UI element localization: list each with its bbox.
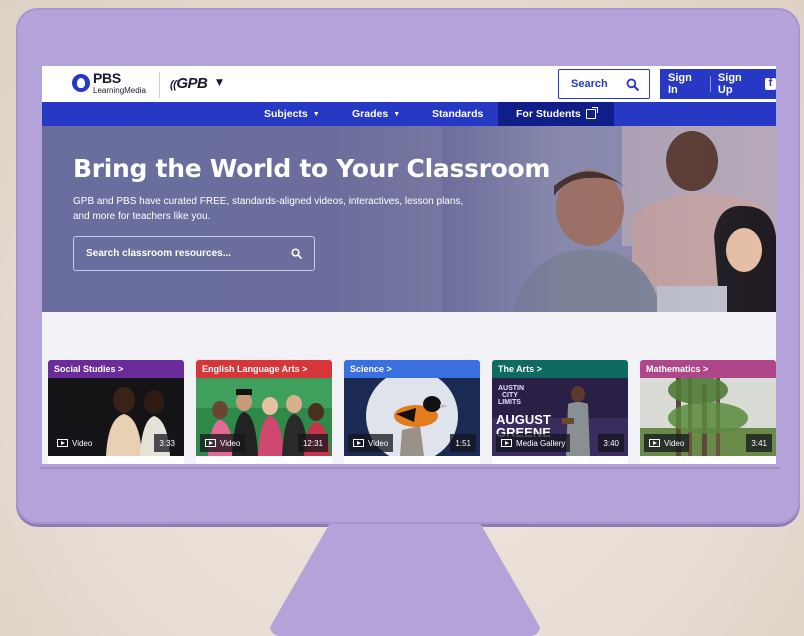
chevron-down-icon[interactable]: ▼: [216, 78, 223, 88]
nav-standards-label: Standards: [432, 108, 484, 120]
play-icon: [353, 439, 364, 447]
duration-badge: 3:40: [598, 434, 624, 452]
external-link-icon: [585, 107, 598, 119]
main-nav: Subjects ▼ Grades ▼ Standards For Studen…: [42, 102, 776, 126]
card-category[interactable]: The Arts >: [492, 360, 628, 378]
media-type-label: Video: [72, 438, 93, 448]
media-type-label: Video: [368, 438, 389, 448]
logo-divider: [159, 72, 160, 98]
media-type-badge: Video: [52, 434, 98, 452]
subject-card-science[interactable]: Science > Video 1:51: [344, 360, 480, 464]
card-category[interactable]: Science >: [344, 360, 480, 378]
nav-subjects-label: Subjects: [264, 108, 308, 120]
card-thumbnail[interactable]: Video 3:41: [640, 378, 776, 456]
subject-card-the-arts[interactable]: The Arts > AUSTIN CITY LIMITS AUGUST GRE…: [492, 360, 628, 464]
duration-badge: 3:33: [154, 434, 180, 452]
search-button[interactable]: Search: [558, 69, 650, 99]
facebook-icon[interactable]: [764, 77, 776, 90]
chevron-down-icon: ▼: [312, 110, 320, 118]
media-type-badge: Video: [200, 434, 246, 452]
card-category[interactable]: Social Studies >: [48, 360, 184, 378]
thumb-text: AUSTIN: [498, 385, 524, 392]
chevron-down-icon: ▼: [393, 110, 401, 118]
subject-card-mathematics[interactable]: Mathematics > Video 3:41: [640, 360, 776, 464]
monitor-stand: [270, 524, 540, 636]
browser-screen: PBS LearningMedia ((GPB ▼ Search Sign In…: [42, 66, 776, 464]
nav-for-students[interactable]: For Students: [498, 102, 614, 126]
hero-banner: Bring the World to Your Classroom GPB an…: [42, 126, 776, 312]
hero-description: GPB and PBS have curated FREE, standards…: [73, 196, 464, 222]
logo-subtitle: LearningMedia: [93, 86, 146, 95]
media-type-badge: Video: [348, 434, 394, 452]
subject-cards: Social Studies > Video 3:33 English Lang…: [42, 312, 776, 464]
card-thumbnail[interactable]: Video 12:31: [196, 378, 332, 456]
search-icon: [626, 78, 639, 91]
media-type-badge: Video: [644, 434, 690, 452]
card-category[interactable]: Mathematics >: [640, 360, 776, 378]
subject-card-social-studies[interactable]: Social Studies > Video 3:33: [48, 360, 184, 464]
play-icon: [501, 439, 512, 447]
nav-subjects[interactable]: Subjects ▼: [264, 102, 320, 126]
pbs-learningmedia-logo[interactable]: PBS LearningMedia: [72, 70, 146, 95]
nav-grades[interactable]: Grades ▼: [352, 102, 400, 126]
sign-up-link[interactable]: Sign Up: [718, 72, 758, 96]
gpb-logo-text: GPB: [176, 75, 208, 92]
nav-grades-label: Grades: [352, 108, 389, 120]
thumb-text: CITY: [502, 392, 518, 399]
gpb-logo[interactable]: ((GPB: [170, 75, 208, 92]
play-icon: [649, 439, 660, 447]
pbs-head-icon: [72, 73, 90, 92]
card-thumbnail[interactable]: AUSTIN CITY LIMITS AUGUST GREENE Media G…: [492, 378, 628, 456]
play-icon: [205, 439, 216, 447]
media-type-label: Video: [220, 438, 241, 448]
thumb-text: LIMITS: [498, 399, 521, 406]
card-thumbnail[interactable]: Video 1:51: [344, 378, 480, 456]
media-type-label: Video: [664, 438, 685, 448]
site-header: PBS LearningMedia ((GPB ▼ Search Sign In…: [42, 66, 776, 102]
monitor-bezel: [40, 467, 780, 469]
duration-badge: 12:31: [297, 434, 328, 452]
hero-title: Bring the World to Your Classroom: [73, 154, 551, 183]
resource-search-input[interactable]: [86, 248, 266, 259]
duration-badge: 1:51: [450, 434, 476, 452]
search-label: Search: [571, 78, 608, 90]
media-type-badge: Media Gallery: [496, 434, 571, 452]
play-icon: [57, 439, 68, 447]
auth-divider: [709, 76, 711, 92]
nav-for-students-label: For Students: [516, 108, 581, 120]
hero-search-box: [73, 236, 315, 271]
subject-card-english-language-arts[interactable]: English Language Arts > Video 12:31: [196, 360, 332, 464]
card-category[interactable]: English Language Arts >: [196, 360, 332, 378]
duration-badge: 3:41: [746, 434, 772, 452]
card-thumbnail[interactable]: Video 3:33: [48, 378, 184, 456]
nav-standards[interactable]: Standards: [432, 102, 483, 126]
auth-bar: Sign In Sign Up: [660, 69, 776, 99]
search-icon[interactable]: [291, 248, 302, 259]
media-type-label: Media Gallery: [516, 438, 566, 448]
sign-in-link[interactable]: Sign In: [668, 72, 703, 96]
logo-word: PBS: [93, 70, 121, 86]
